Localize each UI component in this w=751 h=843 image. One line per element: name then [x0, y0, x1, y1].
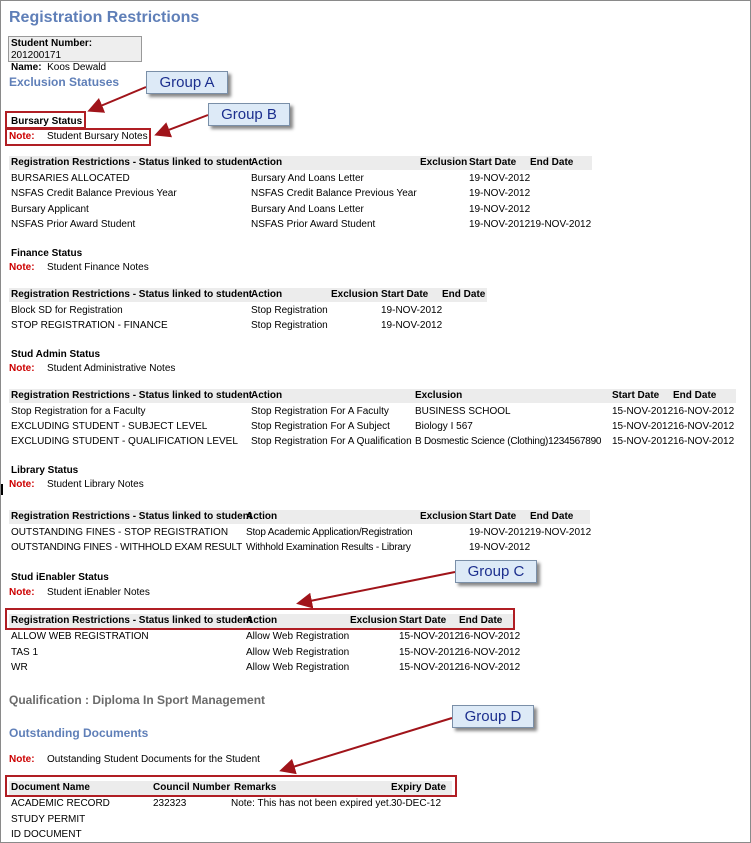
arrow-group-b — [154, 114, 209, 138]
callout-arrows — [87, 86, 456, 775]
callout-group-d: Group D — [452, 705, 534, 728]
callout-group-b: Group B — [208, 103, 290, 126]
callout-group-c: Group C — [455, 560, 537, 583]
arrow-group-c — [296, 571, 456, 609]
callout-group-a: Group A — [146, 71, 228, 94]
arrow-group-a — [87, 86, 147, 113]
arrow-group-d — [279, 717, 453, 775]
